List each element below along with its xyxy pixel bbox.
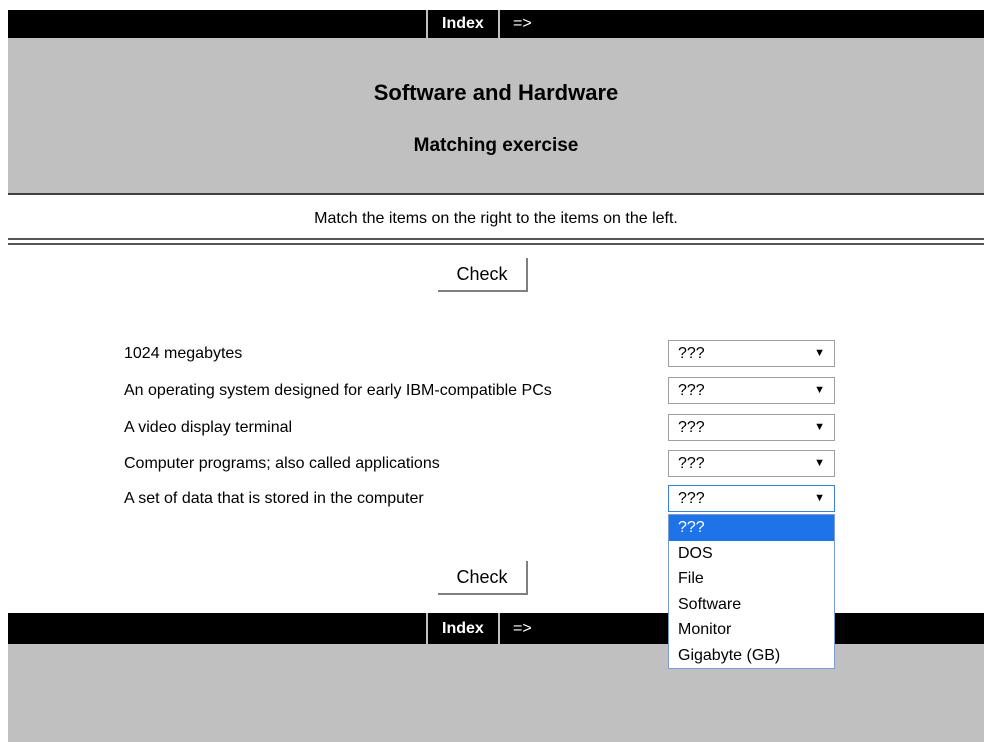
nav-index-link[interactable]: Index [426, 613, 500, 644]
select-value: ??? [678, 490, 705, 507]
match-item-label: A video display terminal [124, 419, 293, 436]
match-row-5: A set of data that is stored in the comp… [124, 485, 844, 515]
dropdown-arrow-icon: ▼ [814, 457, 825, 469]
top-navbar: Index => [8, 10, 984, 38]
dropdown-arrow-icon: ▼ [814, 492, 825, 504]
dropdown-arrow-icon: ▼ [814, 347, 825, 359]
page: Index => Software and Hardware Matching … [0, 0, 984, 742]
nav-index-link[interactable]: Index [426, 10, 500, 38]
dropdown-option[interactable]: Monitor [669, 617, 834, 643]
match-select-3[interactable]: ??? ▼ [668, 414, 835, 441]
match-item-label: An operating system designed for early I… [124, 382, 552, 399]
dropdown-option[interactable]: DOS [669, 541, 834, 567]
match-select-5[interactable]: ??? ▼ [668, 485, 835, 512]
match-select-4[interactable]: ??? ▼ [668, 450, 835, 477]
dropdown-option[interactable]: File [669, 566, 834, 592]
match-item-label: Computer programs; also called applicati… [124, 455, 440, 472]
match-row-4: Computer programs; also called applicati… [124, 450, 844, 480]
nav-next-link[interactable]: => [513, 613, 532, 644]
instructions-text: Match the items on the right to the item… [314, 210, 678, 227]
dropdown-arrow-icon: ▼ [814, 421, 825, 433]
match-select-1[interactable]: ??? ▼ [668, 340, 835, 367]
dropdown-options-list: ??? DOS File Software Monitor Gigabyte (… [668, 514, 835, 669]
page-subtitle: Matching exercise [413, 135, 579, 156]
dropdown-arrow-icon: ▼ [814, 384, 825, 396]
match-select-2[interactable]: ??? ▼ [668, 377, 835, 404]
dropdown-option[interactable]: Gigabyte (GB) [669, 643, 834, 669]
match-row-1: 1024 megabytes ??? ▼ [124, 340, 844, 370]
match-item-label: A set of data that is stored in the comp… [124, 490, 424, 507]
check-button-bottom[interactable]: Check [438, 561, 528, 595]
select-value: ??? [678, 419, 705, 436]
header-divider [8, 193, 984, 195]
select-value: ??? [678, 382, 705, 399]
instructions-divider [8, 238, 984, 245]
nav-next-link[interactable]: => [513, 10, 532, 38]
match-item-label: 1024 megabytes [124, 345, 243, 362]
dropdown-option[interactable]: Software [669, 592, 834, 618]
match-row-2: An operating system designed for early I… [124, 377, 844, 407]
select-value: ??? [678, 345, 705, 362]
dropdown-option[interactable]: ??? [669, 515, 834, 541]
match-row-3: A video display terminal ??? ▼ [124, 414, 844, 444]
bottom-navbar: Index => [8, 613, 984, 644]
select-value: ??? [678, 455, 705, 472]
check-button-top[interactable]: Check [438, 258, 528, 292]
page-title: Software and Hardware [373, 80, 619, 105]
footer-band [8, 644, 984, 742]
header-band: Software and Hardware Matching exercise [8, 38, 984, 193]
